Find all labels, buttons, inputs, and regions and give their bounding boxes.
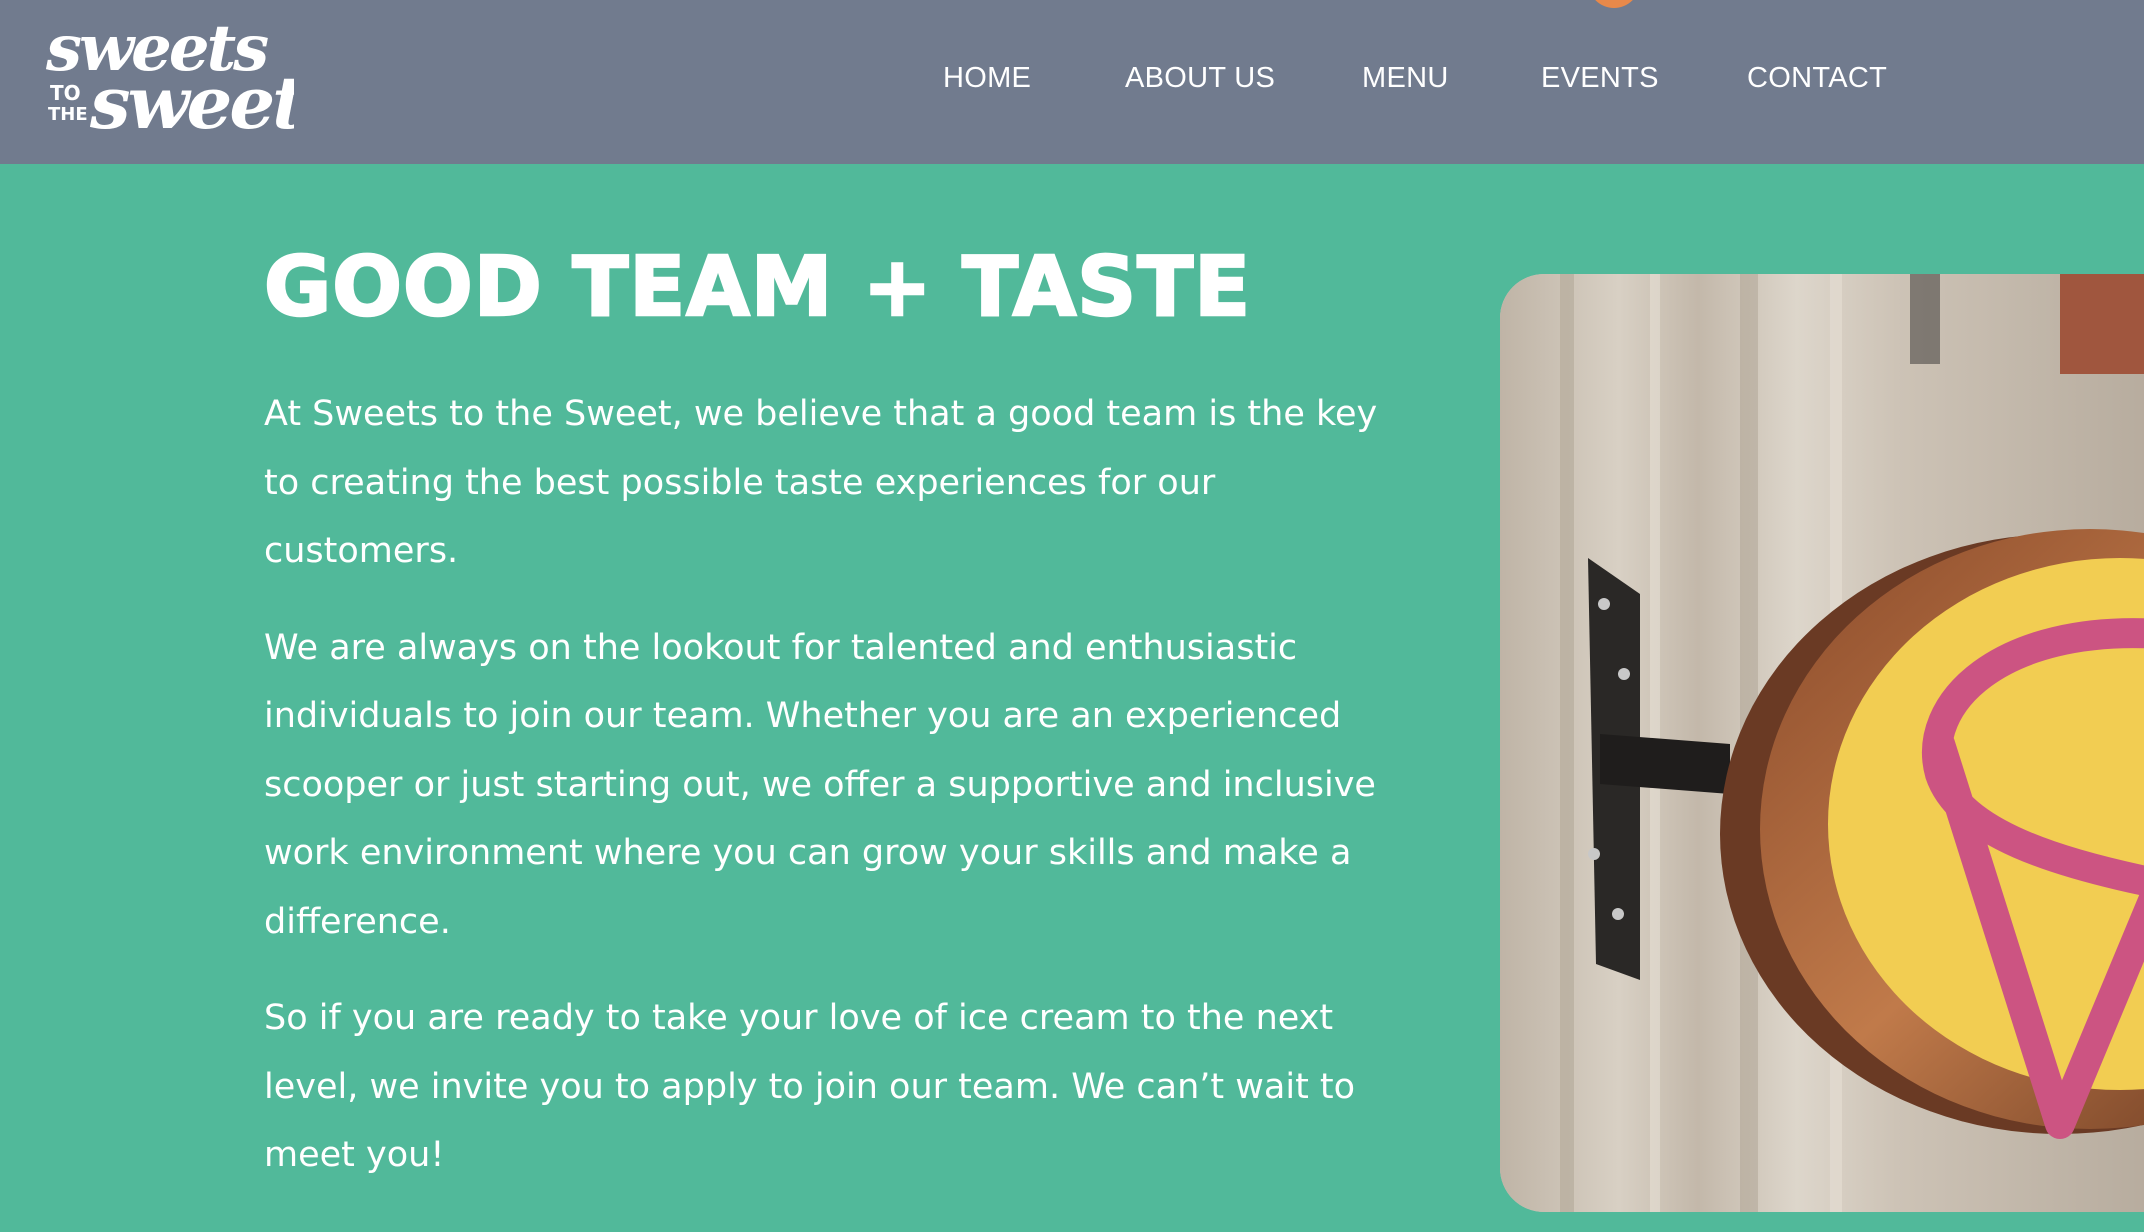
site-logo[interactable]: sweets TO THE sweet [44, 14, 294, 138]
page: sweets TO THE sweet HOME ABOUT US MENU E… [0, 0, 2144, 1232]
intro-text: At Sweets to the Sweet, we believe that … [264, 380, 1384, 1218]
sweets-to-the-sweet-logo: sweets TO THE sweet [45, 14, 294, 138]
paragraph-2: We are always on the lookout for talente… [264, 627, 1376, 942]
logo-small-to: TO [50, 81, 81, 105]
nav-events[interactable]: EVENTS [1541, 58, 1659, 98]
shop-sign-photo [1500, 274, 2144, 1212]
logo-small-the: THE [48, 104, 88, 125]
logo-line-2: sweet [89, 60, 294, 138]
paragraph-1: At Sweets to the Sweet, we believe that … [264, 394, 1378, 571]
page-title: GOOD TEAM + TASTE [263, 239, 1252, 337]
site-header: sweets TO THE sweet HOME ABOUT US MENU E… [0, 0, 2144, 164]
nav-menu[interactable]: MENU [1362, 58, 1449, 98]
nav-contact[interactable]: CONTACT [1747, 58, 1887, 98]
orange-accent-shape [1588, 0, 1640, 8]
nav-about-us[interactable]: ABOUT US [1125, 58, 1275, 98]
paragraph-3: So if you are ready to take your love of… [264, 998, 1356, 1175]
nav-home[interactable]: HOME [943, 58, 1031, 98]
shop-sign-illustration [1500, 274, 2144, 1212]
